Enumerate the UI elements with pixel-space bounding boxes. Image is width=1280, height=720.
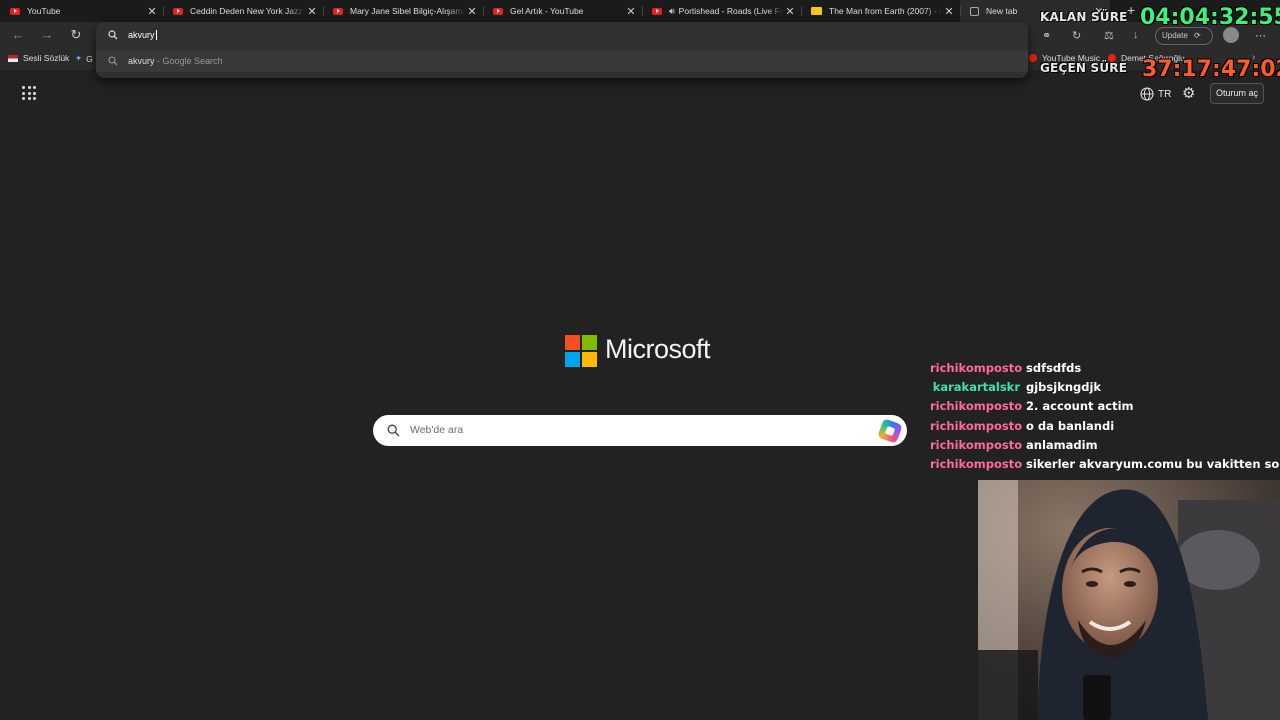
close-tab-icon[interactable]: ✕ [942, 5, 956, 18]
web-search-box[interactable]: Web'de ara [373, 415, 907, 446]
suggestion-separator: - [154, 56, 163, 66]
search-placeholder: Web'de ara [410, 424, 464, 436]
search-icon [108, 30, 118, 40]
forward-icon[interactable]: → [38, 27, 56, 43]
collections-icon[interactable]: ⚖ [1104, 29, 1114, 42]
youtube-icon [652, 7, 662, 15]
tab-title: Ceddin Deden New York Jazz - YouTube [190, 6, 305, 16]
youtube-music-icon [1029, 54, 1037, 62]
copilot-icon[interactable] [877, 418, 903, 444]
brand-wordmark: Microsoft [605, 334, 711, 364]
remaining-label: KALAN SÜRE [1040, 10, 1128, 24]
gear-icon[interactable]: ⚙ [1182, 84, 1195, 102]
more-menu-icon[interactable]: ⋯ [1255, 29, 1266, 42]
close-tab-icon[interactable]: ✕ [624, 5, 638, 18]
language-label: TR [1158, 88, 1172, 100]
elapsed-timer: 37:17:47:02 [1142, 57, 1280, 82]
chat-message: karakartalskr gjbsjkngdjk [930, 377, 1270, 396]
tab-mary-jane[interactable]: Mary Jane Sibel Bilgiç-Alışamadım - YouT… [323, 0, 483, 22]
update-label: Update [1162, 31, 1188, 40]
chat-user: richikomposto [930, 399, 1023, 414]
sparkle-icon: ✦ [75, 53, 83, 63]
text-caret [155, 30, 157, 41]
language-selector[interactable]: TR [1140, 87, 1171, 101]
download-icon[interactable]: ↓ [1133, 29, 1139, 41]
chat-user: richikomposto [930, 437, 1023, 452]
tab-youtube[interactable]: YouTube ✕ [0, 0, 163, 22]
chat-user: richikomposto [930, 457, 1023, 472]
bookmark-label: G [86, 53, 93, 64]
bookmark-label: Sesli Sözlük [23, 53, 70, 63]
tab-portishead[interactable]: 🔊︎ Portishead - Roads (Live From Roselan… [642, 0, 801, 22]
apps-launcher-icon[interactable] [22, 86, 36, 100]
chat-text: sdfsdfds [1026, 360, 1082, 375]
new-tab-button[interactable]: + [1127, 2, 1135, 18]
search-icon [387, 424, 400, 437]
chat-text: gjbsjkngdjk [1026, 379, 1102, 394]
flag-icon [8, 54, 18, 62]
chat-overlay: richikomposto sdfsdfds karakartalskr gjbsj… [930, 358, 1280, 474]
refresh-ext-icon[interactable]: ↻ [1072, 29, 1081, 42]
chat-text: anlamadim [1026, 437, 1098, 452]
speaker-icon[interactable]: 🔊︎ [669, 6, 675, 17]
remaining-timer: 04:04:32:55 [1140, 5, 1280, 30]
update-icon: ⟳ [1194, 31, 1201, 40]
tab-ceddin-deden[interactable]: Ceddin Deden New York Jazz - YouTube ✕ [163, 0, 323, 22]
screen: YouTube ✕ Ceddin Deden New York Jazz - Y… [0, 0, 1280, 720]
youtube-icon [493, 7, 503, 15]
tab-gel-artik[interactable]: Gel Artık - YouTube ✕ [483, 0, 642, 22]
chat-message: richikomposto sdfsdfds [930, 358, 1270, 377]
bookmark-sesli-sozluk[interactable]: Sesli Sözlük [8, 53, 69, 63]
imdb-icon [811, 7, 822, 15]
tab-title: Portishead - Roads (Live From Roseland) [678, 6, 783, 16]
close-tab-icon[interactable]: ✕ [145, 5, 159, 18]
youtube-icon [333, 7, 343, 15]
new-tab-icon [970, 6, 979, 16]
chat-message: richikomposto o da banlandi [930, 416, 1270, 435]
chat-message: richikomposto anlamadim [930, 435, 1270, 454]
youtube-icon [173, 7, 183, 15]
globe-icon [1140, 87, 1154, 101]
close-tab-icon[interactable]: ✕ [305, 5, 319, 18]
tab-title: YouTube [27, 6, 61, 16]
suggestion-source: Google Search [162, 56, 223, 66]
bookmark-g[interactable]: ✦ G [75, 53, 93, 64]
chat-message: richikomposto 2. account actim [930, 397, 1270, 416]
address-input-text: akvury [128, 29, 155, 40]
webcam-feed [978, 480, 1280, 720]
chat-text: sikerler akvaryum.comu bu vakitten sonra [1026, 457, 1280, 472]
chat-user: karakartalskr [932, 379, 1020, 394]
elapsed-label: GEÇEN SÜRE [1040, 61, 1128, 75]
chat-user: richikomposto [930, 418, 1023, 433]
chat-user: richikomposto [930, 360, 1023, 375]
tab-title: Gel Artık - YouTube [510, 6, 584, 16]
tab-title: Mary Jane Sibel Bilgiç-Alışamadım - YouT… [350, 6, 465, 16]
youtube-icon [10, 7, 20, 15]
microsoft-logo-icon [565, 335, 597, 367]
omnibox-dropdown: akvury akvury - Google Search [96, 22, 1028, 78]
back-icon[interactable]: ← [9, 27, 27, 43]
close-tab-icon[interactable]: ✕ [783, 5, 797, 18]
reload-icon[interactable]: ↻ [67, 27, 85, 43]
chat-message: richikomposto sikerler akvaryum.comu bu v… [930, 454, 1280, 473]
streamer-webcam-image [978, 480, 1280, 720]
close-tab-icon[interactable]: ✕ [465, 5, 479, 18]
tab-title: The Man from Earth (2007) - IMDb [829, 6, 942, 16]
address-bar[interactable]: akvury [96, 22, 1028, 48]
suggestion-query: akvury [128, 56, 155, 66]
address-input[interactable]: akvury [128, 30, 157, 41]
extensions-icon[interactable]: ⚭ [1042, 29, 1051, 42]
signin-button[interactable]: Oturum aç [1210, 83, 1264, 104]
chat-text: o da banlandi [1026, 418, 1115, 433]
search-icon [108, 56, 118, 66]
chat-text: 2. account actim [1026, 399, 1134, 414]
tab-imdb[interactable]: The Man from Earth (2007) - IMDb ✕ [801, 0, 960, 22]
suggestion-google-search[interactable]: akvury - Google Search [96, 50, 1028, 72]
